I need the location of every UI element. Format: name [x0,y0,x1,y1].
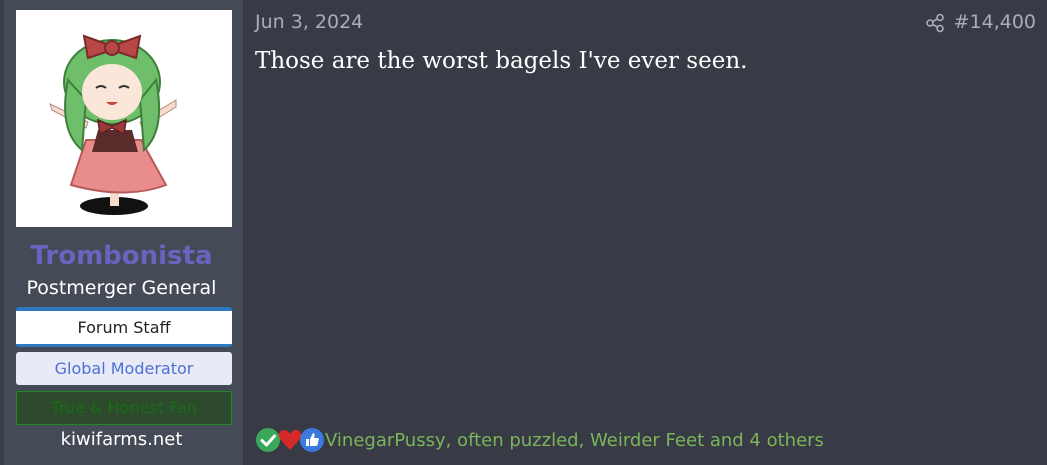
share-icon[interactable] [925,13,945,33]
thumbs-up-icon [300,428,324,452]
user-avatar[interactable] [16,10,232,227]
reactions-bar: VinegarPussy, often puzzled, Weirder Fee… [255,427,824,453]
reaction-icons[interactable] [255,427,324,453]
forum-post: Trombonista Postmerger General Forum Sta… [0,0,1047,465]
post-date-link[interactable]: Jun 3, 2024 [255,11,363,33]
post-number-link[interactable]: #14,400 [954,11,1036,33]
post-body: Jun 3, 2024 #14,400 Those are the worst … [243,0,1047,465]
reaction-users-link[interactable]: VinegarPussy, often puzzled, Weirder Fee… [325,430,824,451]
user-sidebar: Trombonista Postmerger General Forum Sta… [0,0,243,465]
user-domain: kiwifarms.net [60,429,183,450]
post-message: Those are the worst bagels I've ever see… [255,48,748,74]
banner-true-honest-fan: True & Honest Fan [16,391,232,425]
banner-global-moderator: Global Moderator [16,352,232,385]
banner-forum-staff: Forum Staff [16,307,232,347]
username-link[interactable]: Trombonista [0,241,243,271]
user-title: Postmerger General [26,277,217,299]
